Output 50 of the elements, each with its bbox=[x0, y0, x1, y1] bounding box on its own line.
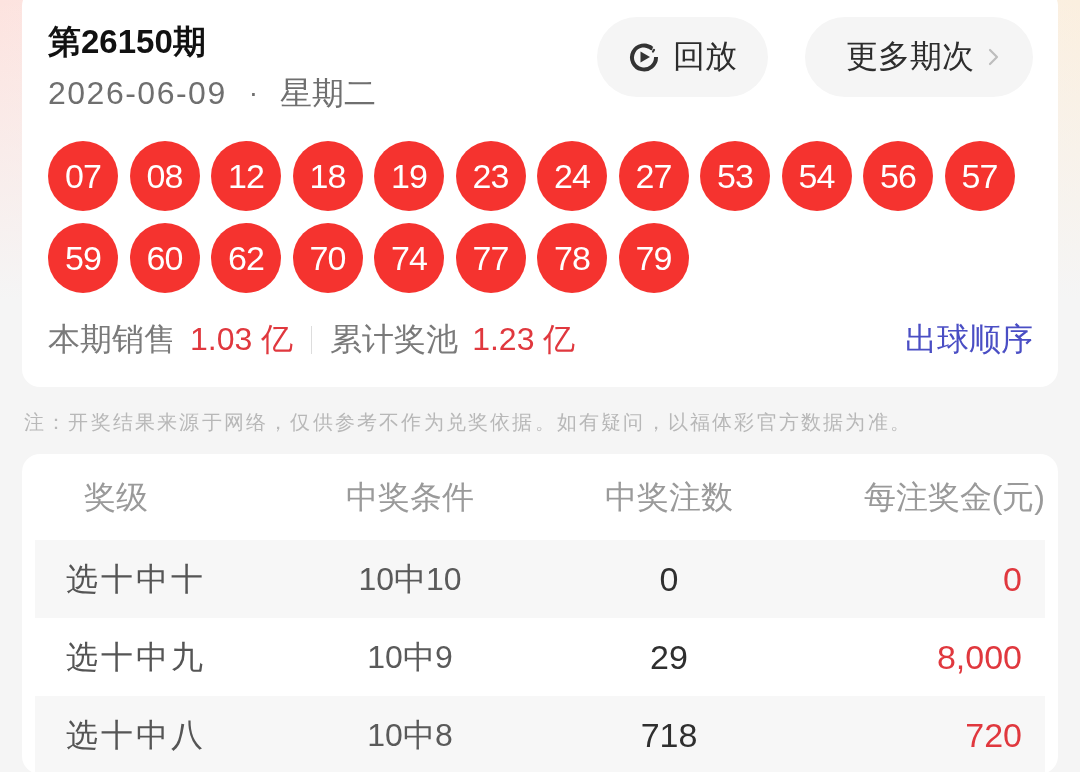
number-ball: 78 bbox=[537, 223, 607, 293]
prize-level-cell-text: 选十中十 bbox=[65, 560, 207, 599]
chevron-right-icon bbox=[987, 48, 999, 66]
number-ball: 79 bbox=[618, 223, 689, 293]
number-ball: 07 bbox=[48, 141, 118, 211]
number-ball: 59 bbox=[48, 223, 118, 293]
prize-level-cell-text: 选十中八 bbox=[65, 716, 207, 755]
number-ball: 27 bbox=[618, 141, 689, 211]
stat-value: 1.03 亿 bbox=[190, 320, 294, 359]
weekday-text: 星期二 bbox=[280, 75, 376, 111]
number-ball: 24 bbox=[537, 141, 607, 211]
winner-count-cell-text: 718 bbox=[639, 715, 699, 755]
table-header-cell-text: 中奖条件 bbox=[345, 478, 475, 517]
number-ball: 74 bbox=[374, 223, 444, 293]
prize-level-cell-text: 选十中九 bbox=[65, 638, 207, 677]
number-ball: 18 bbox=[292, 141, 363, 211]
more-draws-button[interactable]: 更多期次 bbox=[805, 17, 1033, 97]
number-ball: 77 bbox=[455, 223, 526, 293]
table-header-cell-text: 中奖注数 bbox=[604, 478, 734, 517]
draw-order-link[interactable]: 出球顺序 bbox=[905, 318, 1033, 362]
separator-dot: · bbox=[248, 76, 258, 110]
prize-amount-cell-text: 0 bbox=[1002, 559, 1023, 599]
replay-button[interactable]: 回放 bbox=[597, 17, 768, 97]
number-ball: 23 bbox=[455, 141, 526, 211]
stat-label: 累计奖池 bbox=[330, 320, 459, 359]
condition-cell-text: 10中8 bbox=[366, 716, 454, 755]
number-ball: 19 bbox=[374, 141, 444, 211]
winner-count-cell-text: 29 bbox=[649, 637, 689, 677]
stat-value: 1.23 亿 bbox=[472, 320, 576, 359]
issue-title: 第26150期 bbox=[48, 22, 206, 62]
number-ball: 60 bbox=[129, 223, 200, 293]
number-ball: 62 bbox=[211, 223, 281, 293]
number-ball: 08 bbox=[129, 141, 200, 211]
stat-label: 本期销售 bbox=[48, 320, 176, 359]
winner-count-cell-text: 0 bbox=[658, 559, 680, 599]
disclaimer-note: 注：开奖结果来源于网络，仅供参考不作为兑奖依据。如有疑问，以福体彩官方数据为准。 bbox=[23, 410, 913, 435]
number-ball: 70 bbox=[292, 223, 363, 293]
number-ball: 53 bbox=[700, 141, 770, 211]
table-header-cell-text: 奖级 bbox=[83, 478, 149, 517]
condition-cell-text: 10中10 bbox=[357, 560, 463, 599]
replay-icon bbox=[628, 42, 659, 72]
number-ball: 56 bbox=[863, 141, 933, 211]
draw-date: 2026-06-09 bbox=[48, 75, 227, 111]
number-ball: 12 bbox=[211, 141, 281, 211]
table-header-cell-text: 每注奖金(元) bbox=[862, 478, 1045, 517]
number-ball: 57 bbox=[944, 141, 1015, 211]
number-ball: 54 bbox=[781, 141, 852, 211]
condition-cell-text: 10中9 bbox=[366, 638, 454, 677]
prize-amount-cell-text: 720 bbox=[964, 715, 1023, 755]
prize-amount-cell-text: 8,000 bbox=[935, 637, 1023, 677]
